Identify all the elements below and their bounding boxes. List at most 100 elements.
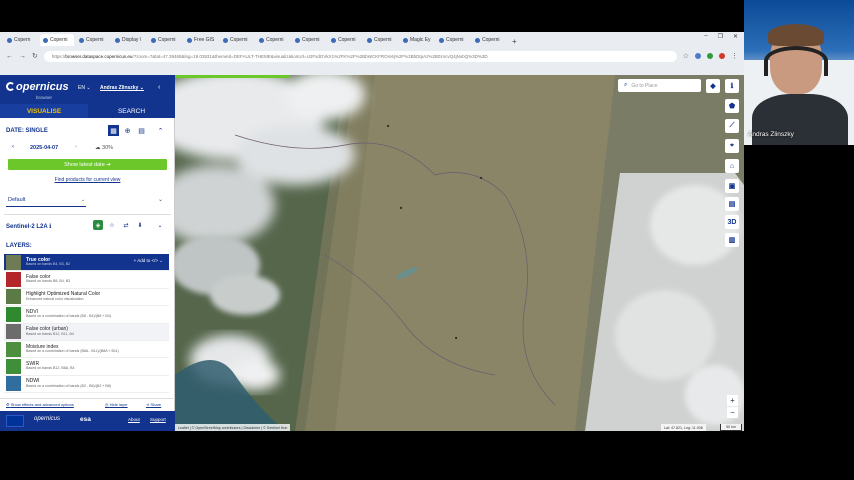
browser-tab[interactable]: Magic Ey xyxy=(400,34,434,46)
code-icon[interactable]: </> ⌄ xyxy=(150,258,163,263)
add-to-button[interactable]: + Add to </> ⌄ xyxy=(134,258,163,264)
zoom-out-button[interactable]: − xyxy=(727,407,738,418)
date-input[interactable]: 2025-04-07 xyxy=(30,145,58,151)
layers-icon[interactable]: ◆ xyxy=(706,79,720,93)
place-search-input[interactable]: ⌕ Go to Place xyxy=(618,79,701,92)
satellite-imagery xyxy=(175,75,744,431)
browser-tab[interactable]: Coperni xyxy=(256,34,290,46)
theme-underline xyxy=(6,206,86,207)
chevron-up-icon[interactable]: ⌃ xyxy=(155,125,166,136)
close-icon[interactable]: ✕ xyxy=(733,33,738,40)
forward-icon[interactable]: → xyxy=(19,53,26,60)
browser-tab[interactable]: Free GIS xyxy=(184,34,218,46)
show-latest-date-button[interactable]: Show latest date ➔ xyxy=(8,159,167,170)
image-download-icon[interactable]: ▣ xyxy=(725,179,739,193)
extension-icon[interactable] xyxy=(695,53,701,59)
favicon-icon xyxy=(295,37,300,43)
theme-select[interactable]: Default xyxy=(8,197,25,203)
download-icon[interactable]: ⬇ xyxy=(135,220,145,230)
browser-tab[interactable]: Coperni xyxy=(364,34,398,46)
next-date-icon[interactable]: › xyxy=(75,144,77,150)
3d-icon[interactable]: 3D xyxy=(725,215,739,229)
polygon-icon[interactable]: ⬟ xyxy=(725,99,739,113)
layer-description: Based on bands B12, B11, B4 xyxy=(26,331,74,336)
layer-thumbnail xyxy=(6,254,21,270)
share-icon: ⋖ xyxy=(146,402,150,407)
layer-item[interactable]: Highlight Optimized Natural Color Enhance… xyxy=(4,289,169,307)
tag-icon[interactable]: ⌂ xyxy=(725,159,739,173)
reload-icon[interactable]: ↻ xyxy=(32,52,38,60)
new-tab-icon[interactable]: + xyxy=(512,37,517,46)
tab-visualise[interactable]: VISUALISE xyxy=(0,104,88,118)
layer-item[interactable]: False color (urban) Based on bands B12, B… xyxy=(4,323,169,341)
layer-thumbnail xyxy=(6,324,21,340)
browser-tab[interactable]: Coperni xyxy=(472,34,506,46)
bookmark-star-icon[interactable]: ☆ xyxy=(683,52,689,60)
globe-icon[interactable]: ⊕ xyxy=(122,125,133,136)
prev-date-icon[interactable]: ‹ xyxy=(12,144,14,150)
loading-progress xyxy=(175,75,289,78)
back-icon[interactable]: ← xyxy=(6,53,13,60)
sidebar: opernicus browser EN ⌄ Andras Zlinszky ⌄… xyxy=(0,75,175,431)
map-canvas[interactable]: ■ ■ ■ ■ ⌕ Go to Place ◆ ℹ ⬟ ⟋ ⌖ ⌂ ▣ ▤ 3D… xyxy=(175,75,744,431)
maximize-icon[interactable]: ❐ xyxy=(718,33,723,40)
layer-item[interactable]: SWIR Based on bands B12, B8A, B4 xyxy=(4,358,169,376)
location-pin-icon[interactable]: ⌖ xyxy=(725,139,739,153)
favicon-icon xyxy=(331,37,336,43)
menu-icon[interactable]: ⋮ xyxy=(731,52,738,60)
browser-tab[interactable]: Coperni xyxy=(76,34,110,46)
layer-item[interactable]: NDWI Based on a combination of bands (B3 … xyxy=(4,376,169,394)
star-icon[interactable]: ☆ xyxy=(107,220,117,230)
user-menu[interactable]: Andras Zlinszky ⌄ xyxy=(100,85,144,91)
browser-tab-label: Display \ xyxy=(122,37,142,43)
favicon-icon xyxy=(79,37,84,43)
language-selector[interactable]: EN ⌄ xyxy=(78,85,91,91)
browser-tab[interactable]: Coperni xyxy=(328,34,362,46)
browser-tab[interactable]: Coperni xyxy=(436,34,470,46)
tab-search[interactable]: SEARCH xyxy=(88,104,175,118)
measure-icon[interactable]: ⟋ xyxy=(725,119,739,133)
extension-icon[interactable] xyxy=(719,53,725,59)
collection-select[interactable]: Sentinel-2 L2A ℹ xyxy=(6,223,51,230)
browser-tab[interactable]: Coperni xyxy=(148,34,182,46)
collapse-sidebar-icon[interactable]: ‹ xyxy=(158,84,160,91)
minimize-icon[interactable]: – xyxy=(704,33,707,40)
browser-tab[interactable]: Coperni xyxy=(292,34,326,46)
browser-tab[interactable]: Coperni xyxy=(220,34,254,46)
cloud-cover[interactable]: ☁ 30% xyxy=(95,145,113,151)
find-products-link[interactable]: Find products for current view xyxy=(0,177,175,183)
browser-tab[interactable]: Coperni xyxy=(40,34,74,46)
map-attribution[interactable]: Leaflet | © OpenStreetMap contributors |… xyxy=(175,424,291,431)
hide-layer-label: Hide layer xyxy=(109,402,128,407)
single-date-icon[interactable]: ▦ xyxy=(108,125,119,136)
layer-item[interactable]: Moisture index Based on a combination of … xyxy=(4,341,169,359)
layer-item[interactable]: NDVI Based on a combination of bands (B8 … xyxy=(4,306,169,324)
browser-tab[interactable]: Copern xyxy=(4,34,38,46)
compare-icon[interactable]: ⇄ xyxy=(121,220,131,230)
layer-item[interactable]: False color Based on bands B8, B4, B3 xyxy=(4,271,169,289)
extension-icon[interactable] xyxy=(707,53,713,59)
browser-tab-label: Coperni xyxy=(482,37,500,43)
calendar-icon[interactable]: ▤ xyxy=(136,125,147,136)
chevron-down-icon[interactable]: ⌄ xyxy=(155,220,165,230)
chevron-down-icon[interactable]: ⌄ xyxy=(81,197,85,203)
layer-thumbnail xyxy=(6,306,21,322)
effects-link[interactable]: ⚙ Show effects and advanced options xyxy=(6,402,74,407)
about-link[interactable]: About xyxy=(128,417,140,422)
pin-layer-icon[interactable]: ◈ xyxy=(93,220,103,230)
layer-item[interactable]: True color Based on bands B4, B3, B2 + Add… xyxy=(4,254,169,272)
browser-tab-label: Coperni xyxy=(374,37,392,43)
browser-tab[interactable]: Display \ xyxy=(112,34,146,46)
support-link[interactable]: Support xyxy=(150,417,166,422)
film-icon[interactable]: ▤ xyxy=(725,197,739,211)
chart-icon[interactable]: ▥ xyxy=(725,233,739,247)
hide-layer-link[interactable]: ◎ Hide layer xyxy=(105,402,128,407)
add-to-label: Add to xyxy=(137,258,151,263)
info-icon[interactable]: ℹ xyxy=(725,79,739,93)
url-input[interactable]: https://browser.dataspace.copernicus.eu /… xyxy=(43,50,677,62)
share-link[interactable]: ⋖ Share xyxy=(146,402,161,407)
chevron-down-icon[interactable]: ⌄ xyxy=(158,196,163,203)
favicon-icon xyxy=(115,37,120,43)
zoom-in-button[interactable]: + xyxy=(727,395,738,406)
info-icon[interactable]: ℹ xyxy=(49,224,51,230)
